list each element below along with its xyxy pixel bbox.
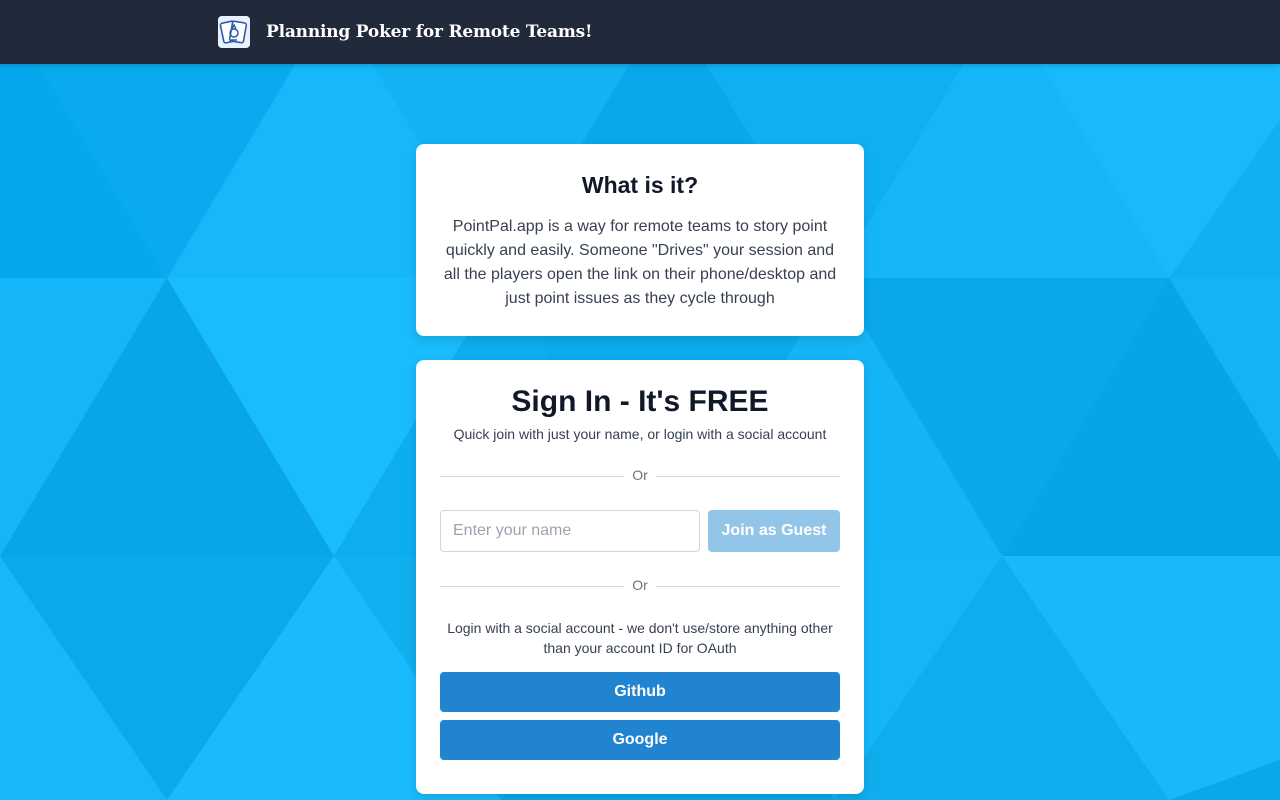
google-login-button[interactable]: Google: [440, 720, 840, 760]
about-heading: What is it?: [581, 172, 699, 198]
divider-line-right: [656, 476, 840, 477]
divider-line-right: [656, 586, 840, 587]
github-login-button[interactable]: Github: [440, 672, 840, 712]
playing-cards-icon: [218, 16, 250, 48]
about-card: What is it? PointPal.app is a way for re…: [416, 144, 864, 336]
top-navbar: Planning Poker for Remote Teams!: [0, 0, 1280, 64]
divider-line-left: [440, 586, 624, 587]
divider-line-left: [440, 476, 624, 477]
join-as-guest-button[interactable]: Join as Guest: [708, 510, 840, 552]
social-login-note: Login with a social account - we don't u…: [447, 620, 833, 656]
divider-label: Or: [632, 467, 648, 483]
or-divider-2: Or: [440, 576, 840, 596]
signin-heading: Sign In - It's FREE: [511, 385, 769, 418]
or-divider: Or: [440, 466, 840, 486]
guest-join-row: Join as Guest: [440, 510, 840, 552]
brand[interactable]: Planning Poker for Remote Teams!: [218, 16, 592, 48]
divider-label: Or: [632, 577, 648, 593]
about-description: PointPal.app is a way for remote teams t…: [443, 218, 837, 307]
app-title: Planning Poker for Remote Teams!: [266, 22, 593, 42]
name-input[interactable]: [440, 510, 700, 552]
signin-card: Sign In - It's FREE Quick join with just…: [416, 360, 864, 794]
signin-subtitle: Quick join with just your name, or login…: [453, 426, 827, 442]
